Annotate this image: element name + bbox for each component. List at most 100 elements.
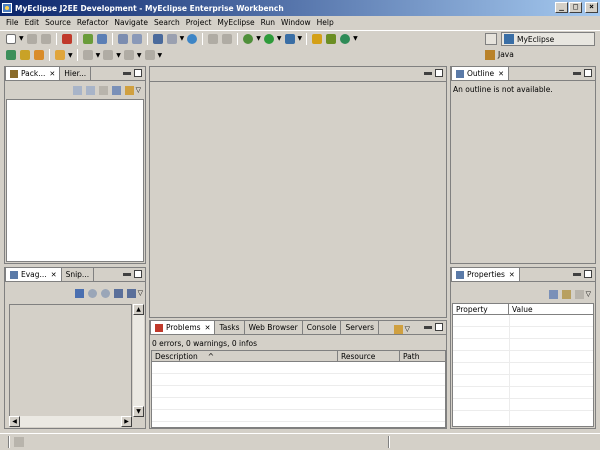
menu-myeclipse[interactable]: MyEclipse bbox=[214, 18, 257, 27]
minimize-view-icon[interactable] bbox=[573, 72, 581, 75]
minimize-button[interactable]: _ bbox=[555, 2, 568, 13]
maximize-view-icon[interactable] bbox=[584, 270, 592, 278]
show-categories-icon[interactable] bbox=[548, 289, 558, 299]
open-perspective-icon[interactable] bbox=[55, 50, 65, 60]
forward-history-icon[interactable] bbox=[222, 33, 233, 44]
tab-hierarchy[interactable]: Hier... bbox=[60, 67, 92, 80]
minimize-view-icon[interactable] bbox=[424, 326, 432, 329]
tab-package-explorer[interactable]: Pack... ✕ bbox=[5, 66, 61, 80]
tab-snippets[interactable]: Snip... bbox=[62, 268, 95, 281]
minimize-view-icon[interactable] bbox=[123, 72, 131, 75]
snapshot-icon[interactable] bbox=[74, 288, 84, 298]
perspective-java[interactable]: Java bbox=[485, 48, 514, 61]
maximize-view-icon[interactable] bbox=[435, 69, 443, 77]
new-class-icon[interactable] bbox=[20, 50, 30, 60]
menu-project[interactable]: Project bbox=[183, 18, 215, 27]
open-perspective-dropdown-icon[interactable]: ▼ bbox=[68, 52, 73, 59]
link-with-editor-icon[interactable] bbox=[124, 85, 134, 95]
tab-web-browser[interactable]: Web Browser bbox=[245, 321, 303, 334]
debug-icon[interactable] bbox=[243, 33, 254, 44]
save-all-icon[interactable] bbox=[40, 33, 51, 44]
scroll-up-icon[interactable]: ▲ bbox=[133, 304, 144, 315]
new-java-project-icon[interactable] bbox=[6, 50, 16, 60]
open-perspective-button[interactable] bbox=[485, 33, 497, 45]
deploy-icon[interactable] bbox=[61, 33, 72, 44]
properties-table[interactable]: Property Value bbox=[452, 303, 594, 427]
scroll-down-icon[interactable]: ▼ bbox=[133, 406, 144, 417]
back-history-icon[interactable] bbox=[208, 33, 219, 44]
database-icon[interactable] bbox=[96, 33, 107, 44]
maximize-button[interactable]: □ bbox=[569, 2, 582, 13]
snippets-vertical-scrollbar[interactable]: ▲ ▼ bbox=[133, 304, 144, 417]
forward-icon[interactable] bbox=[85, 85, 95, 95]
tab-console[interactable]: Console bbox=[303, 321, 342, 334]
back-dropdown-icon[interactable]: ▼ bbox=[137, 52, 142, 59]
close-tab-icon[interactable]: ✕ bbox=[498, 70, 504, 78]
new-dropdown-icon[interactable]: ▼ bbox=[19, 35, 24, 42]
scroll-left-icon[interactable]: ◀ bbox=[9, 416, 20, 427]
fit-to-window-icon[interactable] bbox=[126, 288, 136, 298]
view-menu-icon[interactable]: ▽ bbox=[138, 289, 143, 297]
snippets-horizontal-scrollbar[interactable]: ◀ ▶ bbox=[9, 416, 132, 427]
menu-source[interactable]: Source bbox=[42, 18, 74, 27]
package-icon[interactable] bbox=[166, 33, 177, 44]
web-project-icon[interactable] bbox=[152, 33, 163, 44]
view-menu-icon[interactable]: ▽ bbox=[136, 86, 141, 94]
column-property[interactable]: Property bbox=[453, 304, 509, 315]
tab-problems[interactable]: Problems ✕ bbox=[150, 320, 216, 334]
menu-run[interactable]: Run bbox=[258, 18, 278, 27]
column-value[interactable]: Value bbox=[509, 304, 593, 315]
tab-outline[interactable]: Outline ✕ bbox=[451, 66, 510, 80]
menu-window[interactable]: Window bbox=[278, 18, 314, 27]
column-path[interactable]: Path bbox=[400, 351, 445, 362]
editor-area[interactable] bbox=[149, 66, 447, 318]
globe-icon[interactable] bbox=[187, 33, 198, 44]
package-dropdown-icon[interactable]: ▼ bbox=[180, 35, 185, 42]
back-icon[interactable] bbox=[123, 50, 134, 60]
tab-properties[interactable]: Properties ✕ bbox=[451, 267, 520, 281]
open-folder-icon[interactable] bbox=[34, 50, 44, 60]
maximize-view-icon[interactable] bbox=[584, 69, 592, 77]
menu-help[interactable]: Help bbox=[314, 18, 337, 27]
refresh-icon[interactable] bbox=[340, 33, 351, 44]
minimize-view-icon[interactable] bbox=[123, 273, 131, 276]
open-resource-icon[interactable] bbox=[131, 33, 142, 44]
zoom-in-icon[interactable] bbox=[100, 288, 110, 298]
run-icon[interactable] bbox=[263, 33, 274, 44]
run-dropdown-icon[interactable]: ▼ bbox=[277, 35, 282, 42]
menu-file[interactable]: File bbox=[3, 18, 22, 27]
refresh-dropdown-icon[interactable]: ▼ bbox=[353, 35, 358, 42]
previous-annotation-icon[interactable] bbox=[103, 50, 114, 60]
snippets-canvas[interactable] bbox=[9, 304, 132, 417]
debug-dropdown-icon[interactable]: ▼ bbox=[256, 35, 261, 42]
open-type-icon[interactable] bbox=[117, 33, 128, 44]
close-tab-icon[interactable]: ✕ bbox=[49, 70, 55, 78]
collapse-all-icon[interactable] bbox=[111, 85, 121, 95]
forward-dropdown-icon[interactable]: ▼ bbox=[158, 52, 163, 59]
up-icon[interactable] bbox=[98, 85, 108, 95]
external-tools-icon[interactable] bbox=[284, 33, 295, 44]
next-annotation-icon[interactable] bbox=[82, 50, 93, 60]
filter-icon[interactable] bbox=[393, 324, 403, 334]
minimize-view-icon[interactable] bbox=[424, 72, 432, 75]
maximize-view-icon[interactable] bbox=[134, 69, 142, 77]
forward-icon[interactable] bbox=[144, 50, 155, 60]
previous-annotation-dropdown-icon[interactable]: ▼ bbox=[116, 52, 121, 59]
search-icon[interactable] bbox=[312, 33, 323, 44]
restore-default-icon[interactable] bbox=[574, 289, 584, 299]
tab-tasks[interactable]: Tasks bbox=[215, 321, 245, 334]
actual-size-icon[interactable] bbox=[113, 288, 123, 298]
view-menu-icon[interactable]: ▽ bbox=[586, 290, 591, 298]
server-icon[interactable] bbox=[82, 33, 93, 44]
view-menu-icon[interactable]: ▽ bbox=[405, 325, 410, 333]
perspective-myeclipse[interactable]: MyEclipse bbox=[501, 32, 595, 46]
next-annotation-dropdown-icon[interactable]: ▼ bbox=[96, 52, 101, 59]
back-icon[interactable] bbox=[72, 85, 82, 95]
package-explorer-tree[interactable] bbox=[6, 99, 144, 262]
minimize-view-icon[interactable] bbox=[573, 273, 581, 276]
menu-search[interactable]: Search bbox=[151, 18, 183, 27]
close-tab-icon[interactable]: ✕ bbox=[509, 271, 515, 279]
maximize-view-icon[interactable] bbox=[435, 323, 443, 331]
close-tab-icon[interactable]: ✕ bbox=[51, 271, 57, 279]
new-icon[interactable] bbox=[6, 33, 16, 44]
